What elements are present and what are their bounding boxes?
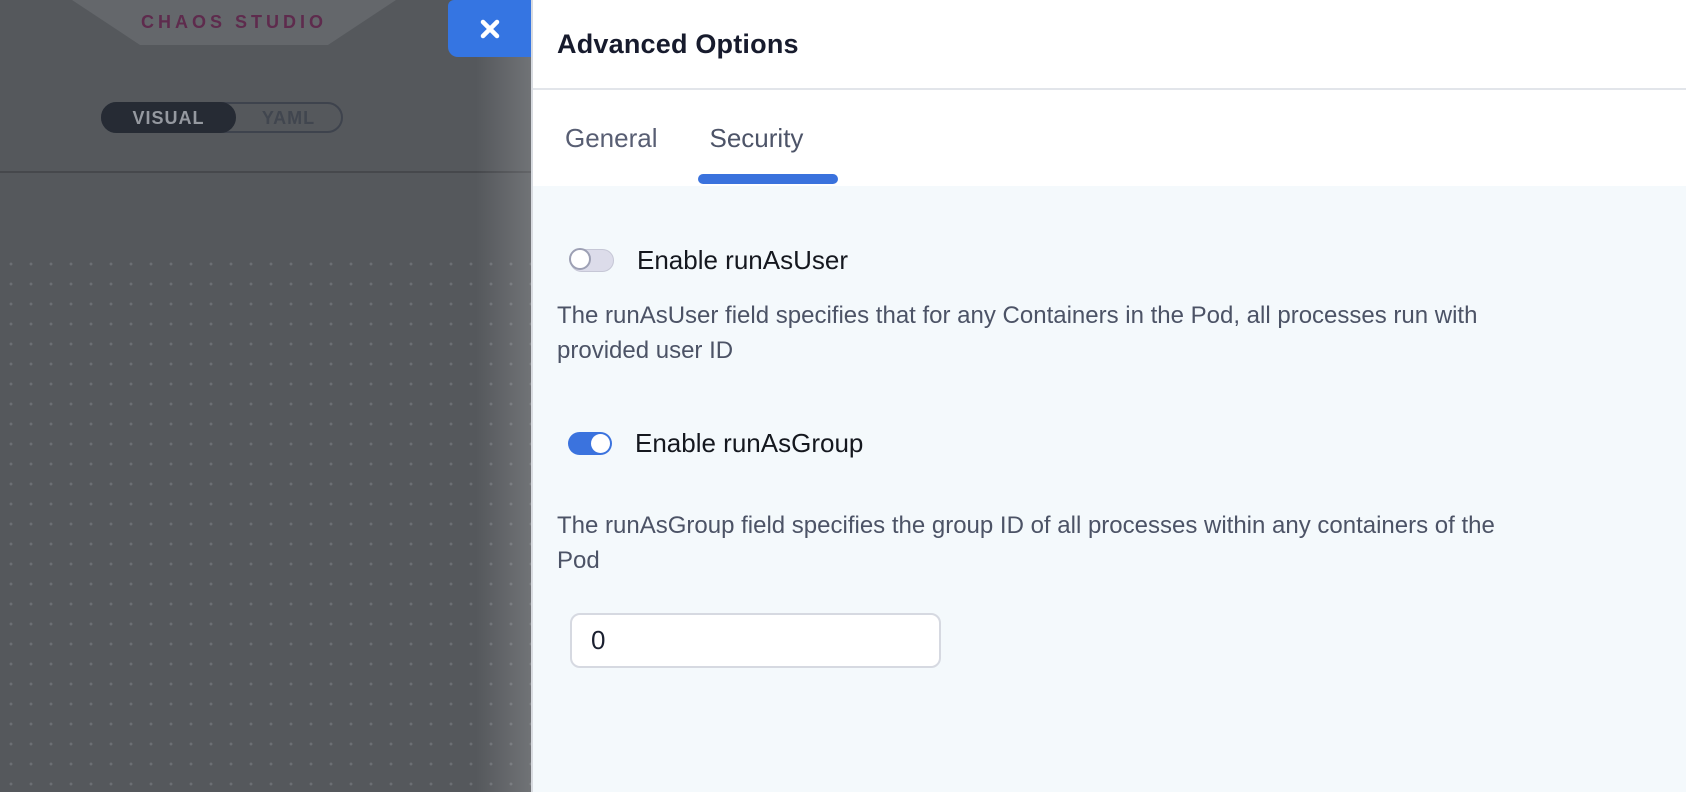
canvas-header-divider [0, 171, 531, 173]
run-as-group-row: Enable runAsGroup [568, 428, 863, 459]
experiment-canvas-scrim: CHAOS STUDIO VISUAL YAML [0, 0, 531, 792]
run-as-user-description: The runAsUser field specifies that for a… [557, 298, 1507, 368]
drawer-title: Advanced Options [557, 29, 799, 60]
visual-yaml-toggle[interactable]: VISUAL YAML [101, 102, 343, 133]
chaos-studio-screen: CHAOS STUDIO VISUAL YAML Advanced Option… [0, 0, 1686, 792]
advanced-options-drawer: Advanced Options General Security Enable… [531, 0, 1686, 792]
run-as-group-toggle[interactable] [568, 432, 612, 455]
security-tab-panel: Enable runAsUser The runAsUser field spe… [533, 186, 1686, 792]
drawer-tabbar: General Security [533, 90, 1686, 186]
close-icon [478, 17, 502, 41]
canvas-dot-grid [0, 253, 531, 792]
yaml-tab[interactable]: YAML [236, 104, 341, 131]
toggle-knob [591, 434, 610, 453]
toggle-knob [569, 248, 591, 270]
close-drawer-button[interactable] [448, 0, 531, 57]
drawer-header: Advanced Options [533, 0, 1686, 90]
run-as-user-toggle[interactable] [570, 249, 614, 272]
run-as-group-label: Enable runAsGroup [635, 428, 863, 459]
visual-tab[interactable]: VISUAL [101, 102, 236, 133]
run-as-user-row: Enable runAsUser [570, 245, 848, 276]
tab-security[interactable]: Security [710, 123, 804, 154]
run-as-group-value-input[interactable] [570, 613, 941, 668]
brand-title: CHAOS STUDIO [141, 12, 327, 33]
run-as-user-label: Enable runAsUser [637, 245, 848, 276]
tab-general[interactable]: General [565, 123, 658, 154]
brand-banner: CHAOS STUDIO [72, 0, 396, 45]
active-tab-indicator [698, 174, 838, 184]
run-as-group-description: The runAsGroup field specifies the group… [557, 508, 1507, 578]
